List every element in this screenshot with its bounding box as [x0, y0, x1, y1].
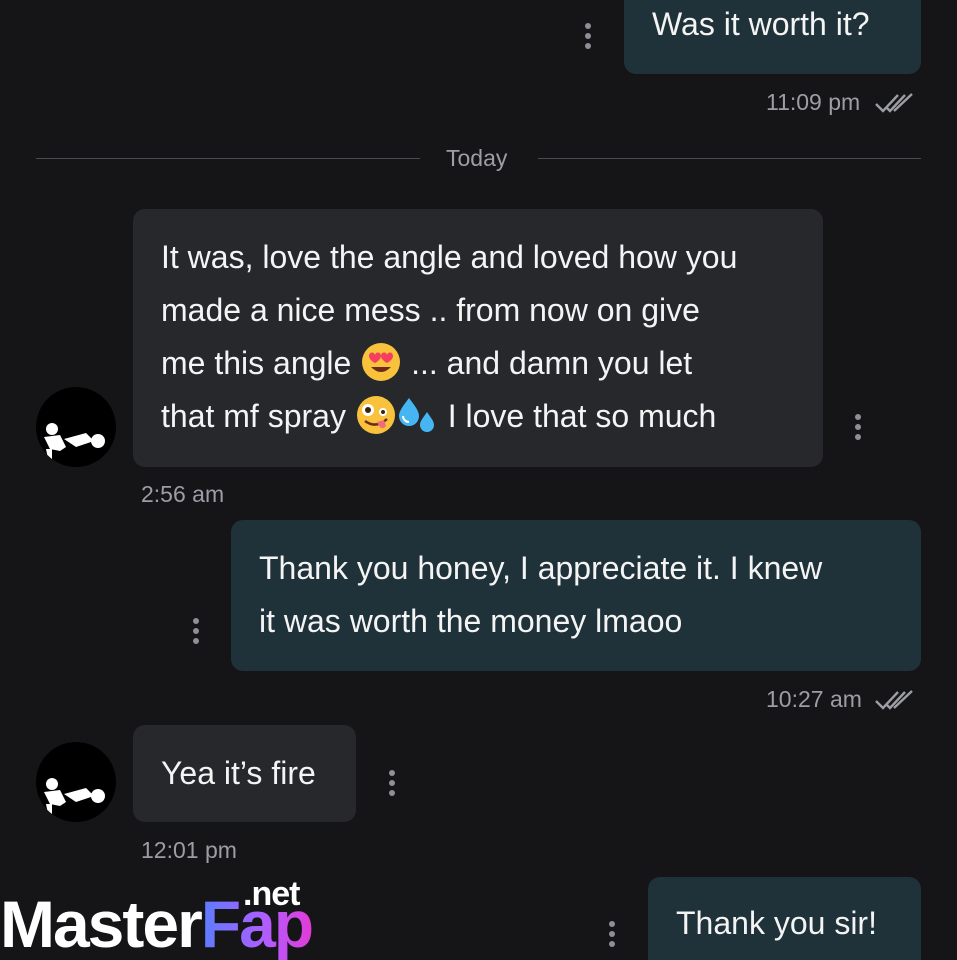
watermark-text: MasterFap: [0, 887, 314, 960]
date-divider-label: Today: [446, 145, 508, 171]
message-text: Thank you sir!: [676, 905, 877, 941]
message-options-icon[interactable]: [190, 618, 202, 644]
avatar-figure-icon: [44, 423, 105, 459]
zany-face-emoji-icon: [356, 396, 395, 434]
double-check-icon: [875, 93, 913, 113]
sweat-droplets-emoji-icon: [398, 398, 434, 432]
contact-avatar[interactable]: [36, 387, 116, 467]
message-options-icon[interactable]: [582, 23, 594, 49]
message-options-icon[interactable]: [852, 414, 864, 440]
outgoing-message-bubble[interactable]: Thank you honey, I appreciate it. I knew…: [231, 520, 921, 671]
message-text-line: that mf spray I love that so much: [161, 390, 823, 443]
message-timestamp: 2:56 am: [141, 481, 225, 507]
message-text-line: made a nice mess .. from now on give: [161, 292, 700, 328]
avatar-figure-icon: [44, 778, 105, 814]
message-options-icon[interactable]: [386, 770, 398, 796]
message-timestamp: 10:27 am: [766, 686, 862, 712]
outgoing-message-bubble[interactable]: Thank you sir!: [648, 877, 921, 960]
double-check-icon: [875, 690, 913, 710]
date-divider-line-right: [538, 158, 921, 159]
incoming-message-bubble[interactable]: It was, love the angle and loved how you…: [133, 209, 823, 467]
message-text: Yea it’s fire: [161, 755, 316, 791]
message-options-icon[interactable]: [606, 921, 618, 947]
outgoing-message-bubble[interactable]: Was it worth it?: [624, 0, 921, 74]
heart-eyes-emoji-icon: [362, 343, 401, 381]
date-divider-line-left: [36, 158, 420, 159]
message-timestamp: 11:09 pm: [766, 89, 861, 115]
message-text-line: me this angle ... and damn you let: [161, 337, 823, 390]
message-text-line: It was, love the angle and loved how you: [161, 239, 738, 275]
message-text-line: it was worth the money lmaoo: [259, 603, 683, 639]
incoming-message-bubble[interactable]: Yea it’s fire: [133, 725, 356, 822]
message-text-line: Thank you honey, I appreciate it. I knew: [259, 550, 823, 586]
contact-avatar[interactable]: [36, 742, 116, 822]
watermark-accent-text: Fap: [200, 887, 314, 960]
watermark-main-text: Master: [0, 887, 203, 960]
message-text: Was it worth it?: [652, 6, 870, 42]
message-timestamp: 12:01 pm: [141, 837, 237, 863]
